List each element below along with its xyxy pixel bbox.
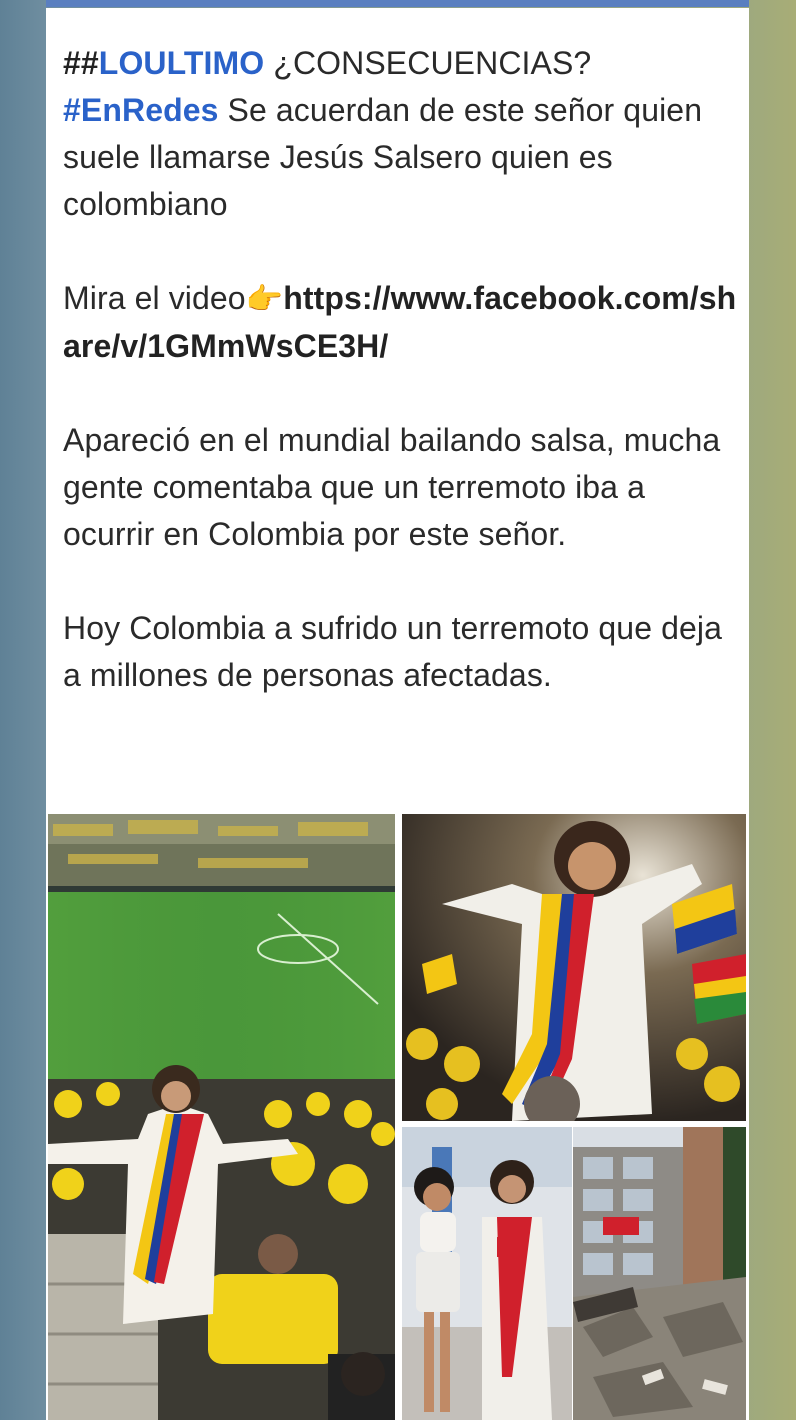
paragraph-3: Hoy Colombia a sufrido un terremoto que …	[63, 610, 722, 693]
image-collage	[46, 814, 749, 1420]
stadium-photo-icon[interactable]	[48, 814, 395, 1420]
hashtag-loultimo[interactable]: ##LOULTIMO	[63, 45, 264, 81]
pointing-hand-icon: 👉	[245, 282, 284, 317]
intro-text-1: ¿CONSECUENCIAS?	[264, 45, 592, 81]
video-paragraph: Mira el video👉https://www.facebook.com/s…	[63, 275, 743, 370]
post-body: ##LOULTIMO ¿CONSECUENCIAS? #EnRedes Se a…	[63, 40, 743, 746]
paragraph-2: Apareció en el mundial bailando salsa, m…	[63, 422, 721, 552]
video-prefix: Mira el video	[63, 280, 246, 316]
collapsed-building-photo-icon[interactable]	[573, 1127, 746, 1420]
top-accent-bar	[46, 0, 749, 7]
post-card: ##LOULTIMO ¿CONSECUENCIAS? #EnRedes Se a…	[46, 8, 749, 1420]
hashtag-enredes[interactable]: #EnRedes	[63, 92, 219, 128]
ai-dancing-figure-photo-icon[interactable]	[402, 814, 746, 1121]
couple-photo-icon[interactable]	[402, 1127, 572, 1420]
post-intro: ##LOULTIMO ¿CONSECUENCIAS? #EnRedes Se a…	[63, 40, 743, 228]
